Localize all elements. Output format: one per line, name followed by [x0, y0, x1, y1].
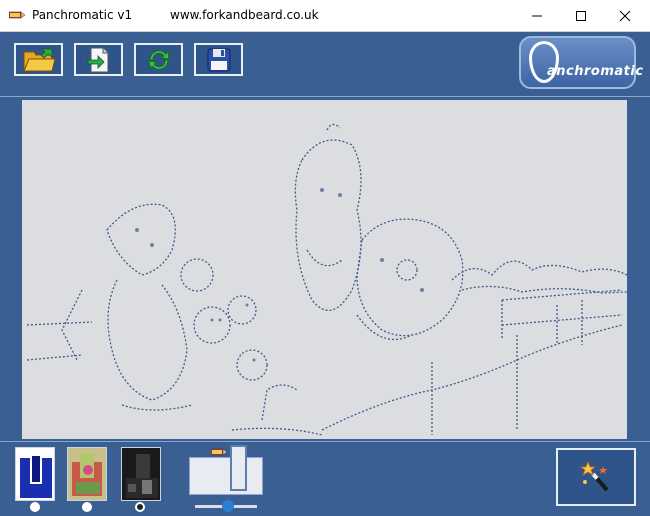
horizontal-slider-knob[interactable]: [222, 500, 234, 512]
edge-detected-photo: [26, 123, 627, 436]
folder-open-icon: [22, 48, 56, 71]
app-icon: [9, 11, 25, 19]
title-bar: Panchromatic v1 www.forkandbeard.co.uk: [0, 0, 650, 32]
image-canvas[interactable]: [22, 100, 627, 439]
export-button[interactable]: [74, 43, 123, 76]
blue-filter-thumbnail: [16, 448, 54, 500]
website-url: www.forkandbeard.co.uk: [170, 8, 319, 22]
magic-wand-icon: [579, 460, 609, 492]
thumbnail-color-radio[interactable]: [82, 502, 92, 512]
vertical-slider-handle[interactable]: [230, 445, 247, 491]
minimize-button[interactable]: [514, 0, 560, 31]
floppy-disk-icon: [207, 48, 230, 71]
close-button[interactable]: [602, 0, 648, 31]
dark-thumbnail: [122, 448, 160, 500]
refresh-button[interactable]: [134, 43, 183, 76]
window-title: Panchromatic v1: [32, 8, 133, 22]
pencil-icon: [211, 448, 227, 456]
bottom-bar: [0, 442, 650, 516]
maximize-icon: [576, 10, 586, 21]
thumbnail-blue-radio[interactable]: [30, 502, 40, 512]
close-icon: [619, 10, 631, 21]
minimize-icon: [532, 15, 542, 16]
threshold-slider-box: [189, 457, 263, 495]
thumbnail-dark-radio[interactable]: [135, 502, 145, 512]
panchromatic-logo: anchromatic: [519, 36, 643, 89]
logo-text: anchromatic: [547, 64, 644, 79]
save-button[interactable]: [194, 43, 243, 76]
refresh-icon: [147, 49, 170, 70]
magic-wand-button[interactable]: [556, 448, 636, 506]
thumbnail-blue[interactable]: [15, 447, 55, 501]
toolbar: anchromatic: [0, 32, 650, 94]
thumbnail-color[interactable]: [67, 447, 107, 501]
open-button[interactable]: [14, 43, 63, 76]
canvas-frame: [0, 96, 650, 442]
thumbnail-dark[interactable]: [121, 447, 161, 501]
color-thumbnail: [68, 448, 106, 500]
maximize-button[interactable]: [558, 0, 604, 31]
document-export-icon: [87, 47, 108, 72]
